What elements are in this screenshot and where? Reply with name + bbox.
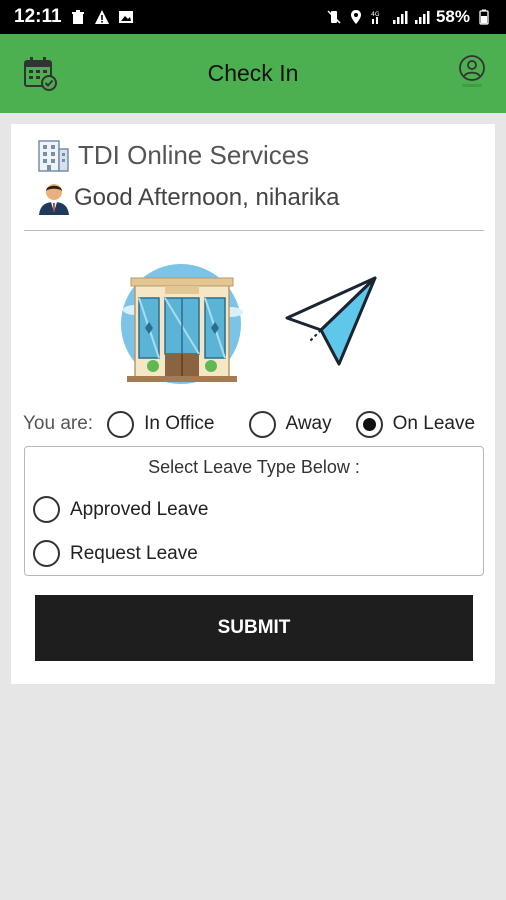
radio-label-request-leave: Request Leave bbox=[70, 542, 198, 564]
person-avatar-icon bbox=[39, 184, 69, 215]
radio-away[interactable]: Away bbox=[248, 410, 332, 438]
battery-percent: 58% bbox=[435, 7, 470, 26]
svg-text:4G: 4G bbox=[371, 11, 380, 18]
status-bar-right: 4G 58% bbox=[326, 7, 492, 27]
status-options: You are: In Office Away On Leave bbox=[23, 408, 493, 440]
status-time: 12:11 bbox=[14, 6, 62, 27]
you-are-label: You are: bbox=[23, 413, 94, 434]
building-icon bbox=[38, 140, 69, 172]
paper-plane-illustration bbox=[285, 276, 377, 366]
location-icon bbox=[350, 10, 361, 24]
radio-approved-leave[interactable]: Approved Leave bbox=[33, 496, 208, 523]
status-bar: 12:11 4G 58% bbox=[0, 0, 506, 34]
company-row: TDI Online Services bbox=[36, 138, 309, 172]
signal-icon-2 bbox=[414, 11, 430, 24]
trash-notification-icon bbox=[71, 10, 84, 24]
app-bar: Check In bbox=[0, 34, 506, 113]
radio-label-on-leave: On Leave bbox=[392, 413, 476, 434]
radio-in-office[interactable]: In Office bbox=[107, 410, 215, 438]
user-profile-icon bbox=[459, 55, 485, 87]
radio-label-approved-leave: Approved Leave bbox=[70, 498, 209, 520]
calendar-check-icon bbox=[24, 57, 57, 91]
radio-circle-in-office[interactable] bbox=[107, 410, 135, 438]
radio-circle-request-leave[interactable] bbox=[33, 540, 60, 567]
greeting-text: Good Afternoon, niharika bbox=[74, 184, 340, 211]
wifi-4g-icon: 4G bbox=[371, 11, 380, 24]
submit-button[interactable]: SUBMIT bbox=[35, 595, 473, 661]
radio-circle-away[interactable] bbox=[248, 410, 276, 438]
company-name: TDI Online Services bbox=[78, 139, 310, 170]
signal-icon-1 bbox=[392, 11, 408, 24]
mute-vibrate-icon bbox=[327, 10, 341, 24]
divider bbox=[24, 230, 484, 231]
warning-notification-icon bbox=[94, 10, 109, 24]
office-building-illustration bbox=[121, 264, 243, 384]
leave-type-title: Select Leave Type Below : bbox=[148, 457, 360, 477]
radio-circle-approved-leave[interactable] bbox=[33, 496, 60, 523]
radio-on-leave[interactable]: On Leave bbox=[355, 410, 476, 438]
radio-label-away: Away bbox=[285, 413, 332, 434]
status-bar-left: 12:11 bbox=[14, 6, 134, 28]
calendar-button[interactable] bbox=[22, 55, 58, 91]
profile-button[interactable] bbox=[458, 54, 486, 94]
battery-icon bbox=[479, 9, 489, 25]
radio-request-leave[interactable]: Request Leave bbox=[33, 540, 198, 567]
page-title: Check In bbox=[207, 60, 299, 86]
greeting-row: Good Afternoon, niharika bbox=[36, 180, 340, 216]
radio-label-in-office: In Office bbox=[144, 413, 215, 434]
image-notification-icon bbox=[118, 11, 133, 23]
radio-circle-on-leave[interactable] bbox=[355, 410, 383, 438]
leave-type-box: Select Leave Type Below : Approved Leave… bbox=[24, 446, 484, 576]
check-in-card: TDI Online Services Good Afternoon, niha… bbox=[11, 124, 495, 684]
